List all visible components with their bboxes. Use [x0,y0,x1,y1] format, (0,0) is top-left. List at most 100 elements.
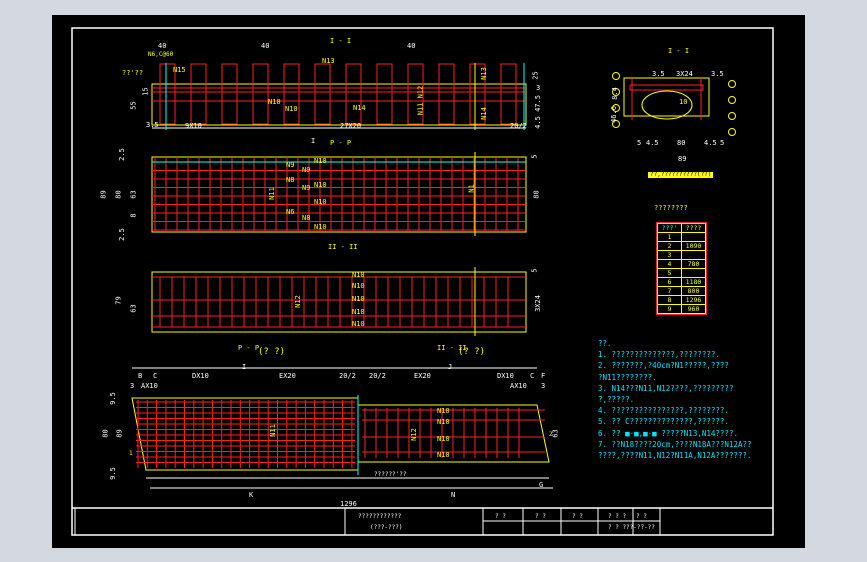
dim-bottom-total: 89 [678,155,687,163]
table-row: 5 [657,268,706,278]
dim: 3 [541,382,546,390]
note-item: 6. ?? ■·■,■·■ ?????N13,N14????. [598,428,738,438]
rebar-label: N14 [479,107,488,120]
stirrup [345,63,362,125]
callout-2: 2 [549,431,553,438]
table-row: 4 780 [657,259,706,269]
dim-bottom: 5 [637,139,642,147]
stirrup [221,63,238,125]
dim-left: 2.5 [117,228,126,241]
table-header: ???? [681,223,706,233]
table-row: 1 [657,232,706,242]
dim-bottom: 80 [677,139,686,147]
cell: 800 [681,286,706,296]
dim-right: 5 [530,268,539,273]
dim-n: N [451,491,456,499]
cad-drawing-canvas[interactable]: I - I 40 40 40 N6,C@60 ??'?? N15 N13 N10… [52,15,805,548]
dim-right: 80 [532,190,541,199]
dim: AX10 [510,382,527,390]
dim-top: 3.5 [711,70,724,78]
stirrup [314,63,331,125]
cell: 5 [657,268,682,278]
dim-right: 3X24 [533,295,542,312]
table-header: ???' [657,223,682,233]
callout-circle [728,128,736,136]
dim: B [138,372,143,380]
dim: EX20 [279,372,296,380]
rebar-label: N10 [437,451,450,459]
cell: 960 [681,304,706,314]
dim-right: 3 [536,84,541,92]
cell [681,232,706,242]
dim: J [448,363,453,371]
rebar-label: N10 [352,282,365,290]
title-line-1: ???????????? [358,513,402,520]
plan-marker: I [311,137,316,145]
rebar-label: N6 [286,208,295,216]
dim-k: K [249,491,254,499]
dim: C [530,372,535,380]
dim-left: 8 [129,213,138,218]
cell: 1 [657,232,682,242]
dim: C [153,372,158,380]
rebar-label: N13 [322,57,335,65]
dim-left: 89 [99,190,108,199]
rebar-label: N10 [352,271,365,279]
cell [681,268,706,278]
cell: 1090 [681,241,706,251]
dim-bottom: 27X20 [340,122,362,130]
section-i-title: I - I [668,47,690,55]
rebar-label: N10 [285,105,298,113]
bottom-title-left: P - P [238,344,260,352]
note-item: ?N11????????. [598,372,657,382]
dim-left: 55 [129,101,138,110]
tb-cell: ? ? [572,513,583,520]
rebar-label: N10 [437,418,450,426]
note-top: N6,C@60 [148,51,174,58]
rebar-label: N10 [352,320,365,328]
dim-top: 40 [261,42,270,50]
callout-circle [728,96,736,104]
tb-cell: ? ? [636,513,647,520]
rebar-label: N8 [286,176,295,184]
rebar-label: N15 [173,66,186,74]
note-item: 2. ???????,?40cm?N1?????,???? [598,361,729,371]
table-title: ???????? [654,204,688,212]
table-row: 8 1296 [657,295,706,305]
rebar-label: N9 [302,184,311,192]
bottom-title-right-suffix: (? ?) [458,347,486,357]
dim-total: 1296 [340,500,357,508]
rebar-label: N11 N12 [416,85,425,116]
dim-left: 15 [141,87,150,96]
dim: F [541,372,546,380]
note-item: 4. ????????????????,????????. [598,406,729,416]
dim-left: 80 [114,190,123,199]
callout-circle [612,72,620,80]
rebar-label: N13 [479,67,488,80]
bottom-title-left-suffix: (? ?) [258,347,286,357]
dim: I [242,363,247,371]
dim: 20/2 [369,372,386,380]
dim-right: 25 [531,71,540,80]
dim-bottom: 5 [720,139,725,147]
leader-note: ??????'?? [374,471,407,478]
plan-title: P - P [330,139,352,147]
dim: DX10 [192,372,209,380]
rebar-label: N9 [302,166,311,174]
dim-top: 3.5 [652,70,665,78]
dim-left: 2.5 [117,148,126,161]
rebar-label: N10 [352,295,365,303]
stirrup [252,63,269,125]
rebar-label: N10 [314,198,327,206]
rebar-label: N10 [437,407,450,415]
rebar-label: N12 [409,428,418,441]
cell: 1296 [681,295,706,305]
table-row: 2 1090 [657,241,706,251]
table-row: 3 [657,250,706,260]
dim: 20/2 [339,372,356,380]
tb-cell: ? ? [535,513,546,520]
stirrup [283,63,300,125]
rebar-label: N10 [437,435,450,443]
rebar-label: N14 [353,104,366,112]
label-left: ??'?? [122,69,144,77]
